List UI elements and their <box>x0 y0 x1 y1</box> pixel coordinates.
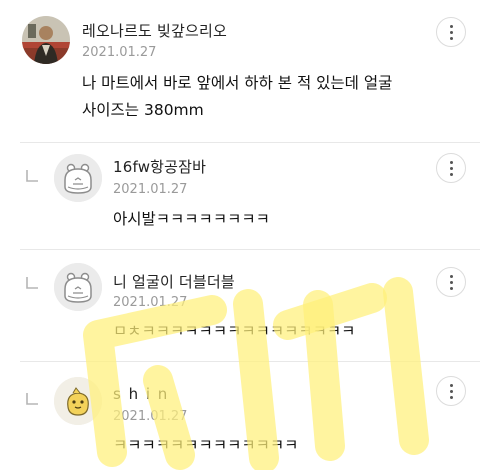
more-vertical-icon <box>449 383 453 399</box>
comment-item: 레오나르도 빚갚으리오 2021.01.27 나 마트에서 바로 앞에서 하하 … <box>0 0 480 142</box>
more-vertical-icon <box>449 24 453 40</box>
comment-author[interactable]: s h i n <box>113 385 169 403</box>
photo-avatar-image <box>22 16 70 64</box>
avatar[interactable] <box>54 377 102 425</box>
more-options-button[interactable] <box>436 376 466 406</box>
yellow-character-avatar <box>54 377 102 425</box>
more-vertical-icon <box>449 274 453 290</box>
comment-text: 나 마트에서 바로 앞에서 하하 본 적 있는데 얼굴 사이즈는 380mm <box>82 70 442 124</box>
avatar[interactable] <box>22 16 70 64</box>
more-options-button[interactable] <box>436 153 466 183</box>
more-options-button[interactable] <box>436 17 466 47</box>
reply-indent-icon <box>26 393 38 405</box>
comment-author[interactable]: 니 얼굴이 더블더블 <box>113 271 235 292</box>
comment-date: 2021.01.27 <box>113 295 188 310</box>
default-hippo-avatar <box>54 154 102 202</box>
comment-date: 2021.01.27 <box>113 409 188 424</box>
more-vertical-icon <box>449 160 453 176</box>
reply-indent-icon <box>26 277 38 289</box>
comment-text-line: 나 마트에서 바로 앞에서 하하 본 적 있는데 얼굴 <box>82 74 393 92</box>
comment-date: 2021.01.27 <box>82 45 157 60</box>
avatar[interactable] <box>54 154 102 202</box>
reply-item: 16fw항공잠바 2021.01.27 아시발ㅋㅋㅋㅋㅋㅋㅋㅋ <box>0 143 480 248</box>
reply-item: 니 얼굴이 더블더블 2021.01.27 ㅁㅊㅋㅋㅋㅋㅋㅋㅋㅋㅋㅋㅋㅋㅋㅋㅋ <box>0 250 480 360</box>
comment-text: 아시발ㅋㅋㅋㅋㅋㅋㅋㅋ <box>113 210 270 228</box>
comment-author[interactable]: 레오나르도 빚갚으리오 <box>82 20 227 41</box>
reply-indent-icon <box>26 170 38 182</box>
reply-item: s h i n 2021.01.27 ㅋㅋㅋㅋㅋㅋㅋㅋㅋㅋㅋㅋㅋ <box>0 362 480 470</box>
comment-text-line: 사이즈는 380mm <box>82 101 204 119</box>
comment-date: 2021.01.27 <box>113 182 188 197</box>
comment-text: ㅋㅋㅋㅋㅋㅋㅋㅋㅋㅋㅋㅋㅋ <box>113 436 299 454</box>
avatar[interactable] <box>54 263 102 311</box>
default-hippo-avatar <box>54 263 102 311</box>
comment-text: ㅁㅊㅋㅋㅋㅋㅋㅋㅋㅋㅋㅋㅋㅋㅋㅋㅋ <box>113 322 356 340</box>
comment-author[interactable]: 16fw항공잠바 <box>113 156 206 177</box>
more-options-button[interactable] <box>436 267 466 297</box>
